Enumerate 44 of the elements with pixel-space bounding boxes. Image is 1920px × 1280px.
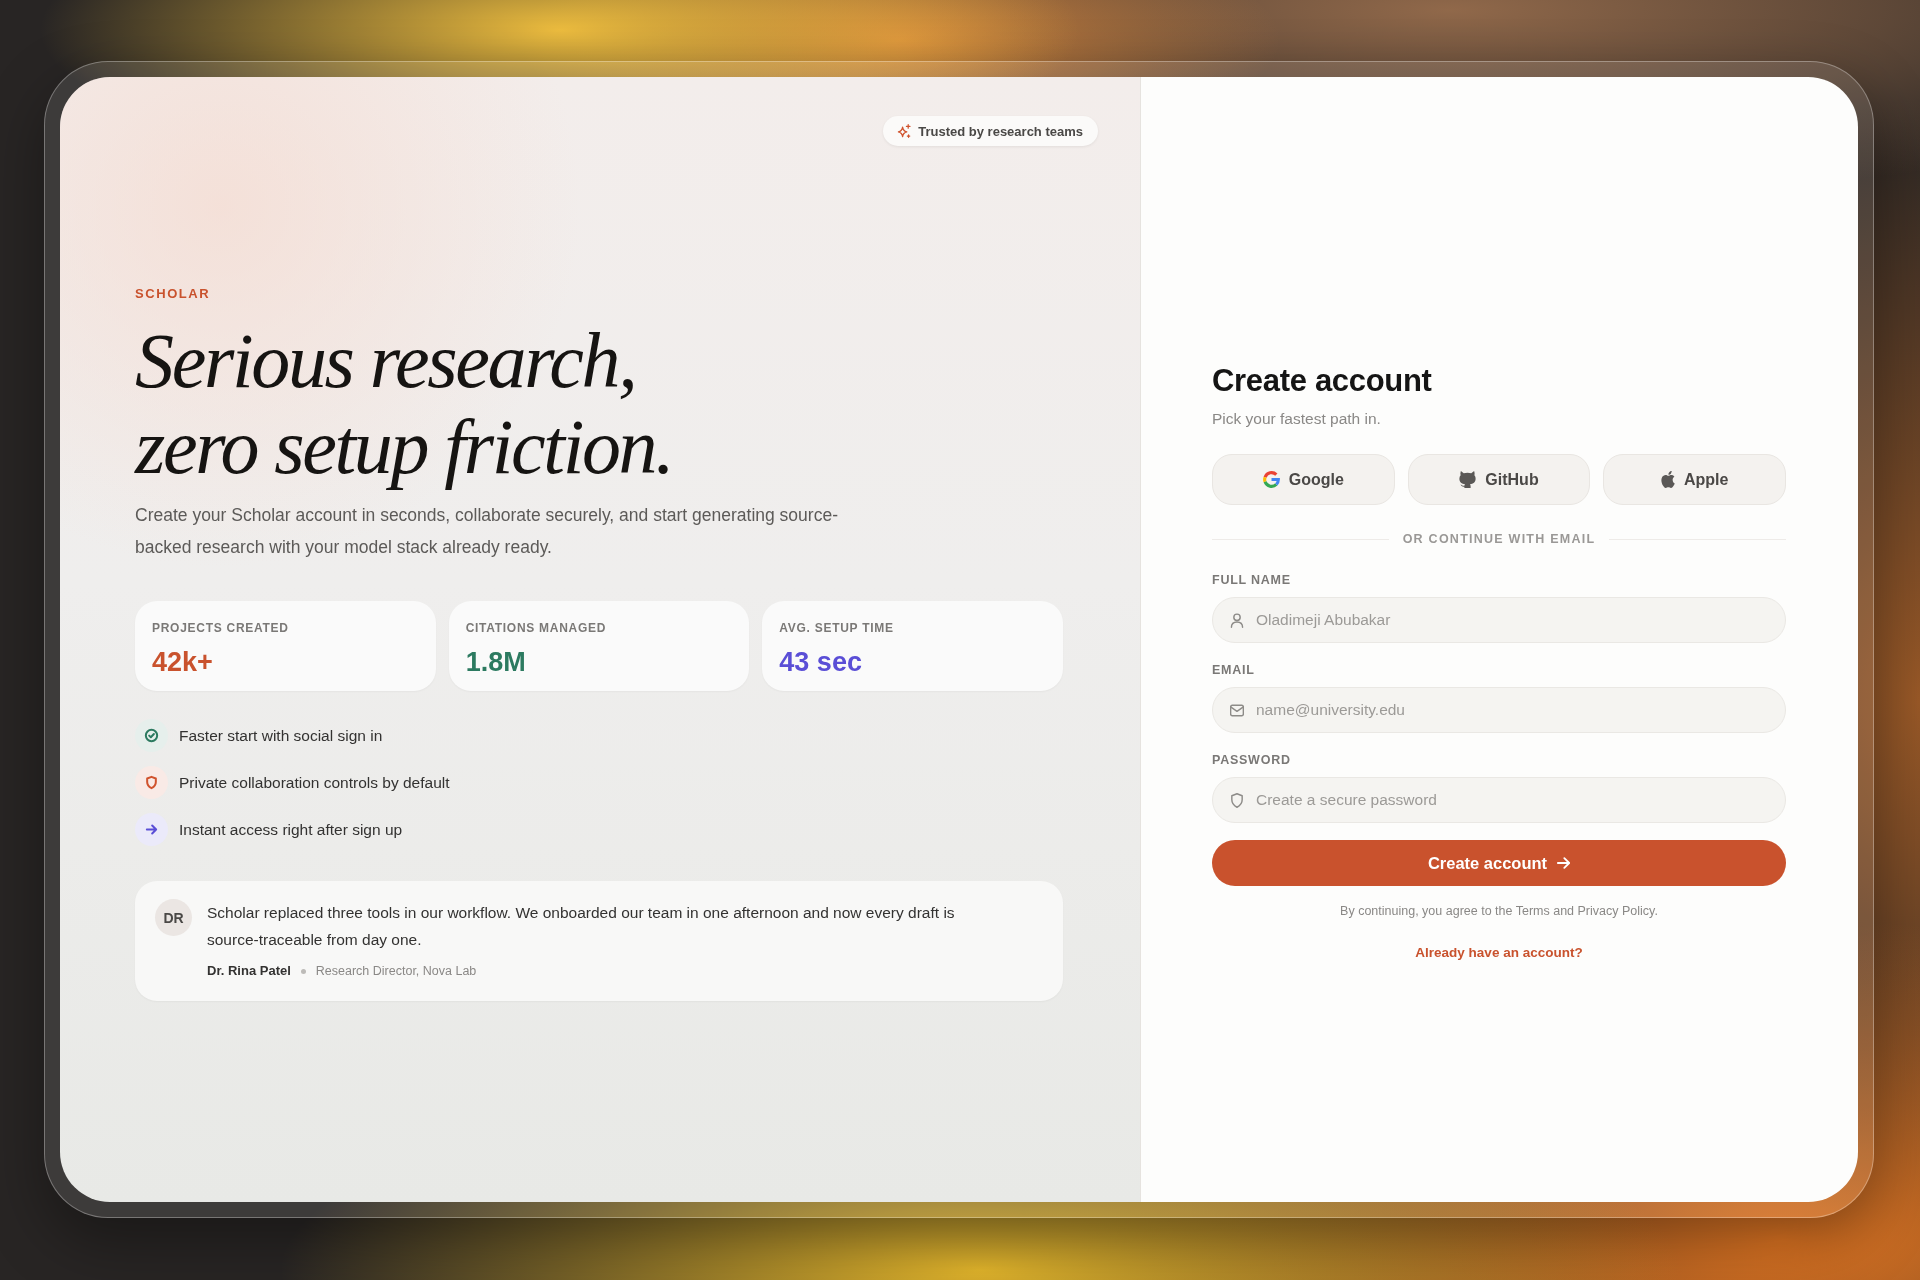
email-input-field[interactable]: name@university.edu xyxy=(1212,687,1786,733)
arrow-right-icon xyxy=(1557,857,1571,869)
separator-dot-icon xyxy=(300,968,306,974)
stat-value: 1.8M xyxy=(465,646,527,678)
social-sign-in-button[interactable]: GitHub xyxy=(1407,454,1591,505)
hero-heading: Serious research, zero setup friction. xyxy=(135,318,674,490)
hero-description: Create your Scholar account in seconds, collaborate securely, and start generating source-backed research with your model stack already ready. xyxy=(135,504,839,559)
shield-icon xyxy=(1230,792,1244,808)
shield-icon xyxy=(135,766,168,799)
terms-notice: By continuing, you agree to the Terms and Privacy Policy. xyxy=(1339,903,1659,919)
field-label: FULL NAME xyxy=(1212,572,1292,588)
colored-g-icon xyxy=(1262,471,1280,488)
apple-icon xyxy=(1660,471,1675,488)
field-label: PASSWORD xyxy=(1212,752,1292,768)
create-account-button[interactable]: Create account xyxy=(1212,840,1786,886)
arrow-right-icon xyxy=(135,813,168,846)
person-icon xyxy=(1230,612,1244,628)
feature-text: Instant access right after sign up xyxy=(179,820,403,839)
cat-silhouette-icon xyxy=(1459,471,1477,488)
form-title: Create account xyxy=(1212,362,1433,400)
sign-in-link[interactable]: Already have an account? xyxy=(1415,945,1583,960)
brand-eyebrow: SCHOLAR xyxy=(135,286,212,302)
initials-avatar: DR xyxy=(155,899,192,936)
badge-text: Trusted by research teams xyxy=(918,123,1083,139)
author-role: Research Director, Nova Lab xyxy=(315,963,477,980)
testimonial-quote: Scholar replaced three tools in our workflow. We onboarded our team in one afternoon and now every draft is source-traceable from day one. xyxy=(207,903,956,950)
social-sign-in-button[interactable]: Google xyxy=(1212,454,1395,505)
envelope-icon xyxy=(1230,702,1244,718)
sparkle-icon xyxy=(897,124,912,138)
stat-value: 42k+ xyxy=(152,646,214,678)
password-input-field[interactable]: Create a secure password xyxy=(1212,777,1786,823)
stat-label: AVG. SETUP TIME xyxy=(779,620,895,636)
stat-value: 43 sec xyxy=(779,646,863,678)
stat-label: CITATIONS MANAGED xyxy=(465,620,608,636)
stat-label: PROJECTS CREATED xyxy=(152,620,290,636)
feature-text: Faster start with social sign in xyxy=(179,726,383,745)
check-circle-icon xyxy=(135,719,168,752)
divider-label: OR CONTINUE WITH EMAIL xyxy=(1402,532,1596,546)
name-input-field[interactable]: Oladimeji Abubakar xyxy=(1212,597,1786,643)
social-sign-in-button[interactable]: Apple xyxy=(1603,454,1786,505)
author-name: Dr. Rina Patel xyxy=(207,962,291,980)
form-subtitle: Pick your fastest path in. xyxy=(1212,409,1382,429)
field-label: EMAIL xyxy=(1212,662,1256,678)
feature-text: Private collaboration controls by default xyxy=(179,773,450,792)
